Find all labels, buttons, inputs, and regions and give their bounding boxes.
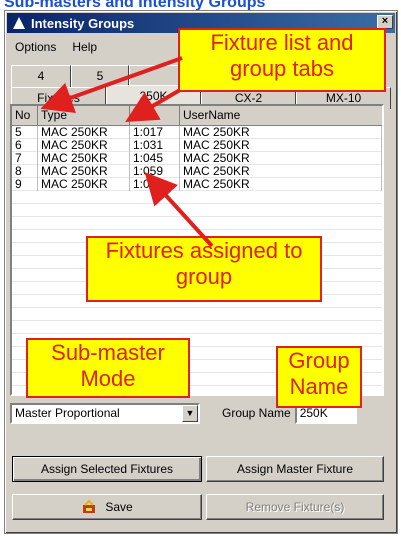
cell-adr: 1:031 bbox=[130, 139, 180, 152]
cell-no: 9 bbox=[12, 178, 38, 191]
cell-adr: 1:017 bbox=[130, 126, 180, 139]
dropdown-arrow-icon[interactable]: ▼ bbox=[182, 404, 198, 422]
tab-4[interactable]: 4 bbox=[11, 65, 71, 87]
save-button[interactable]: Save bbox=[12, 494, 202, 520]
callout-mode: Sub-master Mode bbox=[26, 338, 190, 398]
group-name-label: Group Name bbox=[222, 406, 291, 420]
cell-adr: 1:059 bbox=[130, 165, 180, 178]
assign-master-fixture-button[interactable]: Assign Master Fixture bbox=[206, 456, 384, 482]
close-icon[interactable]: × bbox=[377, 15, 393, 29]
submaster-mode-select[interactable]: Master Proportional ▼ bbox=[10, 402, 200, 424]
table-row[interactable]: 8 MAC 250KR 1:059 MAC 250KR bbox=[12, 165, 382, 178]
cell-no: 5 bbox=[12, 126, 38, 139]
remove-fixtures-button[interactable]: Remove Fixture(s) bbox=[206, 494, 384, 520]
cell-no: 8 bbox=[12, 165, 38, 178]
cell-type: MAC 250KR bbox=[38, 178, 130, 191]
cell-username: MAC 250KR bbox=[180, 139, 382, 152]
table-row[interactable]: 9 MAC 250KR 1:073 MAC 250KR bbox=[12, 178, 382, 191]
list-rows: 5 MAC 250KR 1:017 MAC 250KR 6 MAC 250KR … bbox=[12, 126, 382, 191]
cell-type: MAC 250KR bbox=[38, 139, 130, 152]
table-row[interactable]: 7 MAC 250KR 1:045 MAC 250KR bbox=[12, 152, 382, 165]
cell-adr: 1:045 bbox=[130, 152, 180, 165]
list-header: No Type Adr UserName bbox=[12, 106, 382, 126]
cell-username: MAC 250KR bbox=[180, 165, 382, 178]
table-row[interactable]: 6 MAC 250KR 1:031 MAC 250KR bbox=[12, 139, 382, 152]
cell-username: MAC 250KR bbox=[180, 152, 382, 165]
menu-help[interactable]: Help bbox=[72, 40, 97, 54]
callout-assigned: Fixtures assigned to group bbox=[86, 236, 322, 302]
window-title: Intensity Groups bbox=[31, 15, 135, 31]
cell-type: MAC 250KR bbox=[38, 126, 130, 139]
cell-type: MAC 250KR bbox=[38, 165, 130, 178]
callout-tabs: Fixture list and group tabs bbox=[178, 28, 386, 92]
cell-no: 6 bbox=[12, 139, 38, 152]
callout-group-name: Group Name bbox=[276, 346, 362, 408]
column-adr[interactable]: Adr bbox=[130, 106, 180, 125]
cell-type: MAC 250KR bbox=[38, 152, 130, 165]
tab-5[interactable]: 5 bbox=[71, 65, 129, 87]
cell-no: 7 bbox=[12, 152, 38, 165]
save-label: Save bbox=[105, 500, 133, 514]
column-type[interactable]: Type bbox=[38, 106, 130, 125]
column-no[interactable]: No bbox=[12, 106, 38, 125]
submaster-mode-value: Master Proportional bbox=[15, 406, 120, 420]
column-username[interactable]: UserName bbox=[180, 106, 382, 125]
cell-username: MAC 250KR bbox=[180, 126, 382, 139]
app-icon bbox=[13, 17, 25, 29]
cell-adr: 1:073 bbox=[130, 178, 180, 191]
cell-username: MAC 250KR bbox=[180, 178, 382, 191]
menu-options[interactable]: Options bbox=[15, 40, 56, 54]
assign-selected-fixtures-button[interactable]: Assign Selected Fixtures bbox=[12, 456, 202, 482]
save-icon bbox=[83, 499, 96, 513]
table-row[interactable]: 5 MAC 250KR 1:017 MAC 250KR bbox=[12, 126, 382, 139]
